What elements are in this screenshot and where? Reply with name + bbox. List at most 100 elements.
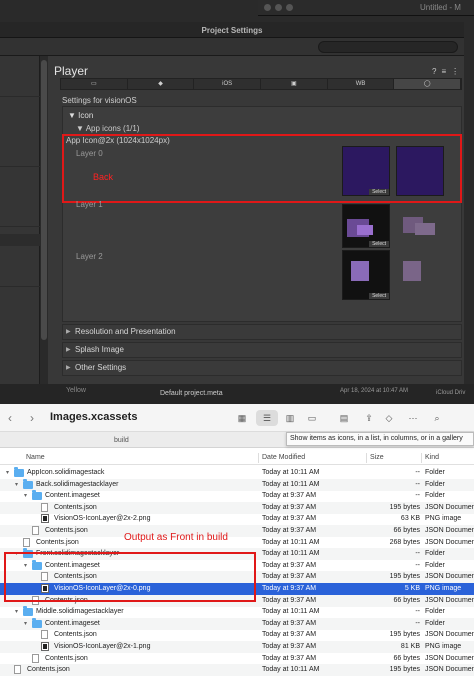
- folder-icon: [23, 606, 33, 617]
- row-kind: JSON Document: [425, 596, 474, 604]
- zoom-dot-icon[interactable]: [286, 4, 293, 11]
- path-label: build: [114, 437, 129, 444]
- row-kind: JSON Document: [425, 538, 474, 546]
- presets-icon[interactable]: ≡: [441, 67, 451, 76]
- file-row[interactable]: VisionOS-IconLayer@2x-1.png Today at 9:37…: [0, 641, 474, 653]
- row-size: 81 KB: [400, 643, 420, 650]
- file-row[interactable]: ▾ Middle.solidimagestacklayer Today at 10:…: [0, 606, 474, 618]
- tab-webgl[interactable]: ▣: [261, 79, 328, 89]
- category-item-selected[interactable]: [0, 234, 40, 246]
- column-kind[interactable]: Kind: [425, 454, 439, 461]
- row-kind: JSON Document: [425, 503, 474, 511]
- disclosure-triangle-icon[interactable]: ▾: [15, 481, 18, 488]
- row-name: Content.imageset: [45, 619, 100, 627]
- panel-header-icons[interactable]: ?≡⋮: [432, 67, 464, 76]
- category-scrollbar[interactable]: [41, 60, 47, 340]
- collapsed-triangle-icon: ▶: [66, 365, 71, 371]
- disclosure-triangle-icon[interactable]: ▾: [24, 492, 27, 499]
- column-date[interactable]: Date Modified: [262, 454, 305, 461]
- monitor-icon: ▭: [91, 81, 97, 87]
- row-kind: Folder: [425, 480, 445, 488]
- tab-wsa[interactable]: WB: [328, 79, 395, 89]
- project-settings-titlebar: Project Settings: [0, 22, 464, 38]
- collapsed-triangle-icon: ▶: [66, 347, 71, 353]
- file-row[interactable]: VisionOS-IconLayer@2x-2.png Today at 9:37…: [0, 513, 474, 525]
- row-kind: JSON Document: [425, 654, 474, 662]
- row-date: Today at 9:37 AM: [262, 643, 317, 650]
- row-kind: JSON Document: [425, 666, 474, 674]
- row-name: Contents.json: [45, 654, 88, 662]
- tab-android[interactable]: ◆: [128, 79, 195, 89]
- settings-category-list: [0, 56, 40, 396]
- more-icon[interactable]: ⋮: [451, 67, 464, 76]
- file-row[interactable]: Contents.json Today at 9:37 AM 195 bytes JS…: [0, 501, 474, 514]
- row-name: Contents.json: [36, 538, 79, 546]
- search-icon[interactable]: ⌕: [428, 410, 446, 426]
- row-name: Contents.json: [45, 527, 88, 534]
- file-row[interactable]: Contents.json Today at 9:37 AM 66 bytes JSO…: [0, 525, 474, 537]
- bg-item-location: iCloud Driv: [436, 390, 466, 396]
- file-row[interactable]: ▾ AppIcon.solidimagestack Today at 10:11 A…: [0, 467, 474, 479]
- file-row[interactable]: ▾ Content.imageset Today at 9:37 AM -- Folde…: [0, 617, 474, 630]
- row-size: 268 bytes: [389, 538, 420, 546]
- row-name: Back.solidimagestacklayer: [36, 480, 119, 488]
- tab-ios[interactable]: iOS: [194, 79, 262, 89]
- row-kind: Folder: [425, 469, 445, 476]
- disclosure-triangle-icon[interactable]: ▾: [15, 608, 18, 615]
- settings-search-input[interactable]: [318, 41, 458, 53]
- file-row[interactable]: Contents.json Today at 9:37 AM 195 bytes JS…: [0, 629, 474, 641]
- tab-visionos[interactable]: ◯: [394, 79, 462, 89]
- tag-icon[interactable]: ◇: [380, 410, 398, 426]
- row-size: --: [415, 550, 420, 558]
- column-view-icon[interactable]: ▥: [280, 410, 300, 426]
- row-size: --: [415, 492, 420, 500]
- column-size[interactable]: Size: [370, 454, 384, 461]
- select-button[interactable]: Select: [369, 293, 389, 299]
- file-row[interactable]: Contents.json Today at 9:37 AM 66 bytes JSO…: [0, 653, 474, 665]
- file-row[interactable]: Contents.json Today at 10:11 AM 195 bytes J…: [0, 664, 474, 677]
- panel-title: Player: [54, 64, 89, 78]
- resolution-section[interactable]: ▶ Resolution and Presentation: [62, 324, 462, 340]
- forward-chevron-icon[interactable]: ›: [30, 411, 34, 425]
- disclosure-triangle-icon[interactable]: ▾: [24, 620, 27, 627]
- column-name[interactable]: Name: [26, 454, 45, 461]
- action-menu-icon[interactable]: ⋯: [402, 410, 424, 426]
- visionos-icon: ◯: [423, 81, 431, 87]
- layer-1-icon-slot[interactable]: Select: [342, 204, 390, 248]
- share-icon[interactable]: ⇪: [360, 410, 378, 426]
- row-kind: Folder: [425, 608, 445, 616]
- row-size: --: [415, 469, 420, 476]
- row-kind: Folder: [425, 492, 445, 500]
- file-row[interactable]: ▾ Back.solidimagestacklayer Today at 10:11…: [0, 478, 474, 491]
- tab-standalone[interactable]: ▭: [61, 79, 128, 89]
- row-kind: PNG image: [425, 515, 462, 523]
- row-name: Middle.solidimagestacklayer: [36, 608, 124, 616]
- disclosure-triangle-icon[interactable]: ▾: [6, 469, 9, 476]
- row-size: --: [415, 561, 420, 569]
- json-file-icon: [14, 665, 21, 675]
- row-size: 66 bytes: [393, 527, 420, 534]
- row-size: 63 KB: [400, 515, 420, 523]
- minimize-dot-icon[interactable]: [275, 4, 282, 11]
- file-row[interactable]: Contents.json Today at 10:11 AM 268 bytes J…: [0, 537, 474, 549]
- close-dot-icon[interactable]: [264, 4, 271, 11]
- row-date: Today at 9:37 AM: [262, 654, 317, 662]
- app-icons-foldout[interactable]: ▼ App icons (1/1): [76, 124, 140, 133]
- group-by-icon[interactable]: ▤: [332, 410, 356, 426]
- row-kind: Folder: [425, 550, 445, 558]
- icon-view-icon[interactable]: ▦: [232, 410, 252, 426]
- select-button[interactable]: Select: [369, 241, 389, 247]
- icon-section-header[interactable]: ▼ Icon: [68, 111, 93, 120]
- splash-section[interactable]: ▶ Splash Image: [62, 342, 462, 358]
- gallery-view-icon[interactable]: ▭: [302, 410, 322, 426]
- row-date: Today at 9:37 AM: [262, 492, 317, 500]
- row-kind: JSON Document: [425, 573, 474, 581]
- list-view-icon[interactable]: ☰: [256, 410, 278, 426]
- front-annotation: Output as Front in build: [124, 532, 228, 543]
- back-chevron-icon[interactable]: ‹: [8, 411, 12, 425]
- view-tooltip: Show items as icons, in a list, in colum…: [286, 432, 474, 446]
- row-size: --: [415, 608, 420, 616]
- other-settings-section[interactable]: ▶ Other Settings: [62, 360, 462, 376]
- file-row[interactable]: ▾ Content.imageset Today at 9:37 AM -- Folde…: [0, 490, 474, 502]
- layer-2-icon-slot[interactable]: Select: [342, 250, 390, 300]
